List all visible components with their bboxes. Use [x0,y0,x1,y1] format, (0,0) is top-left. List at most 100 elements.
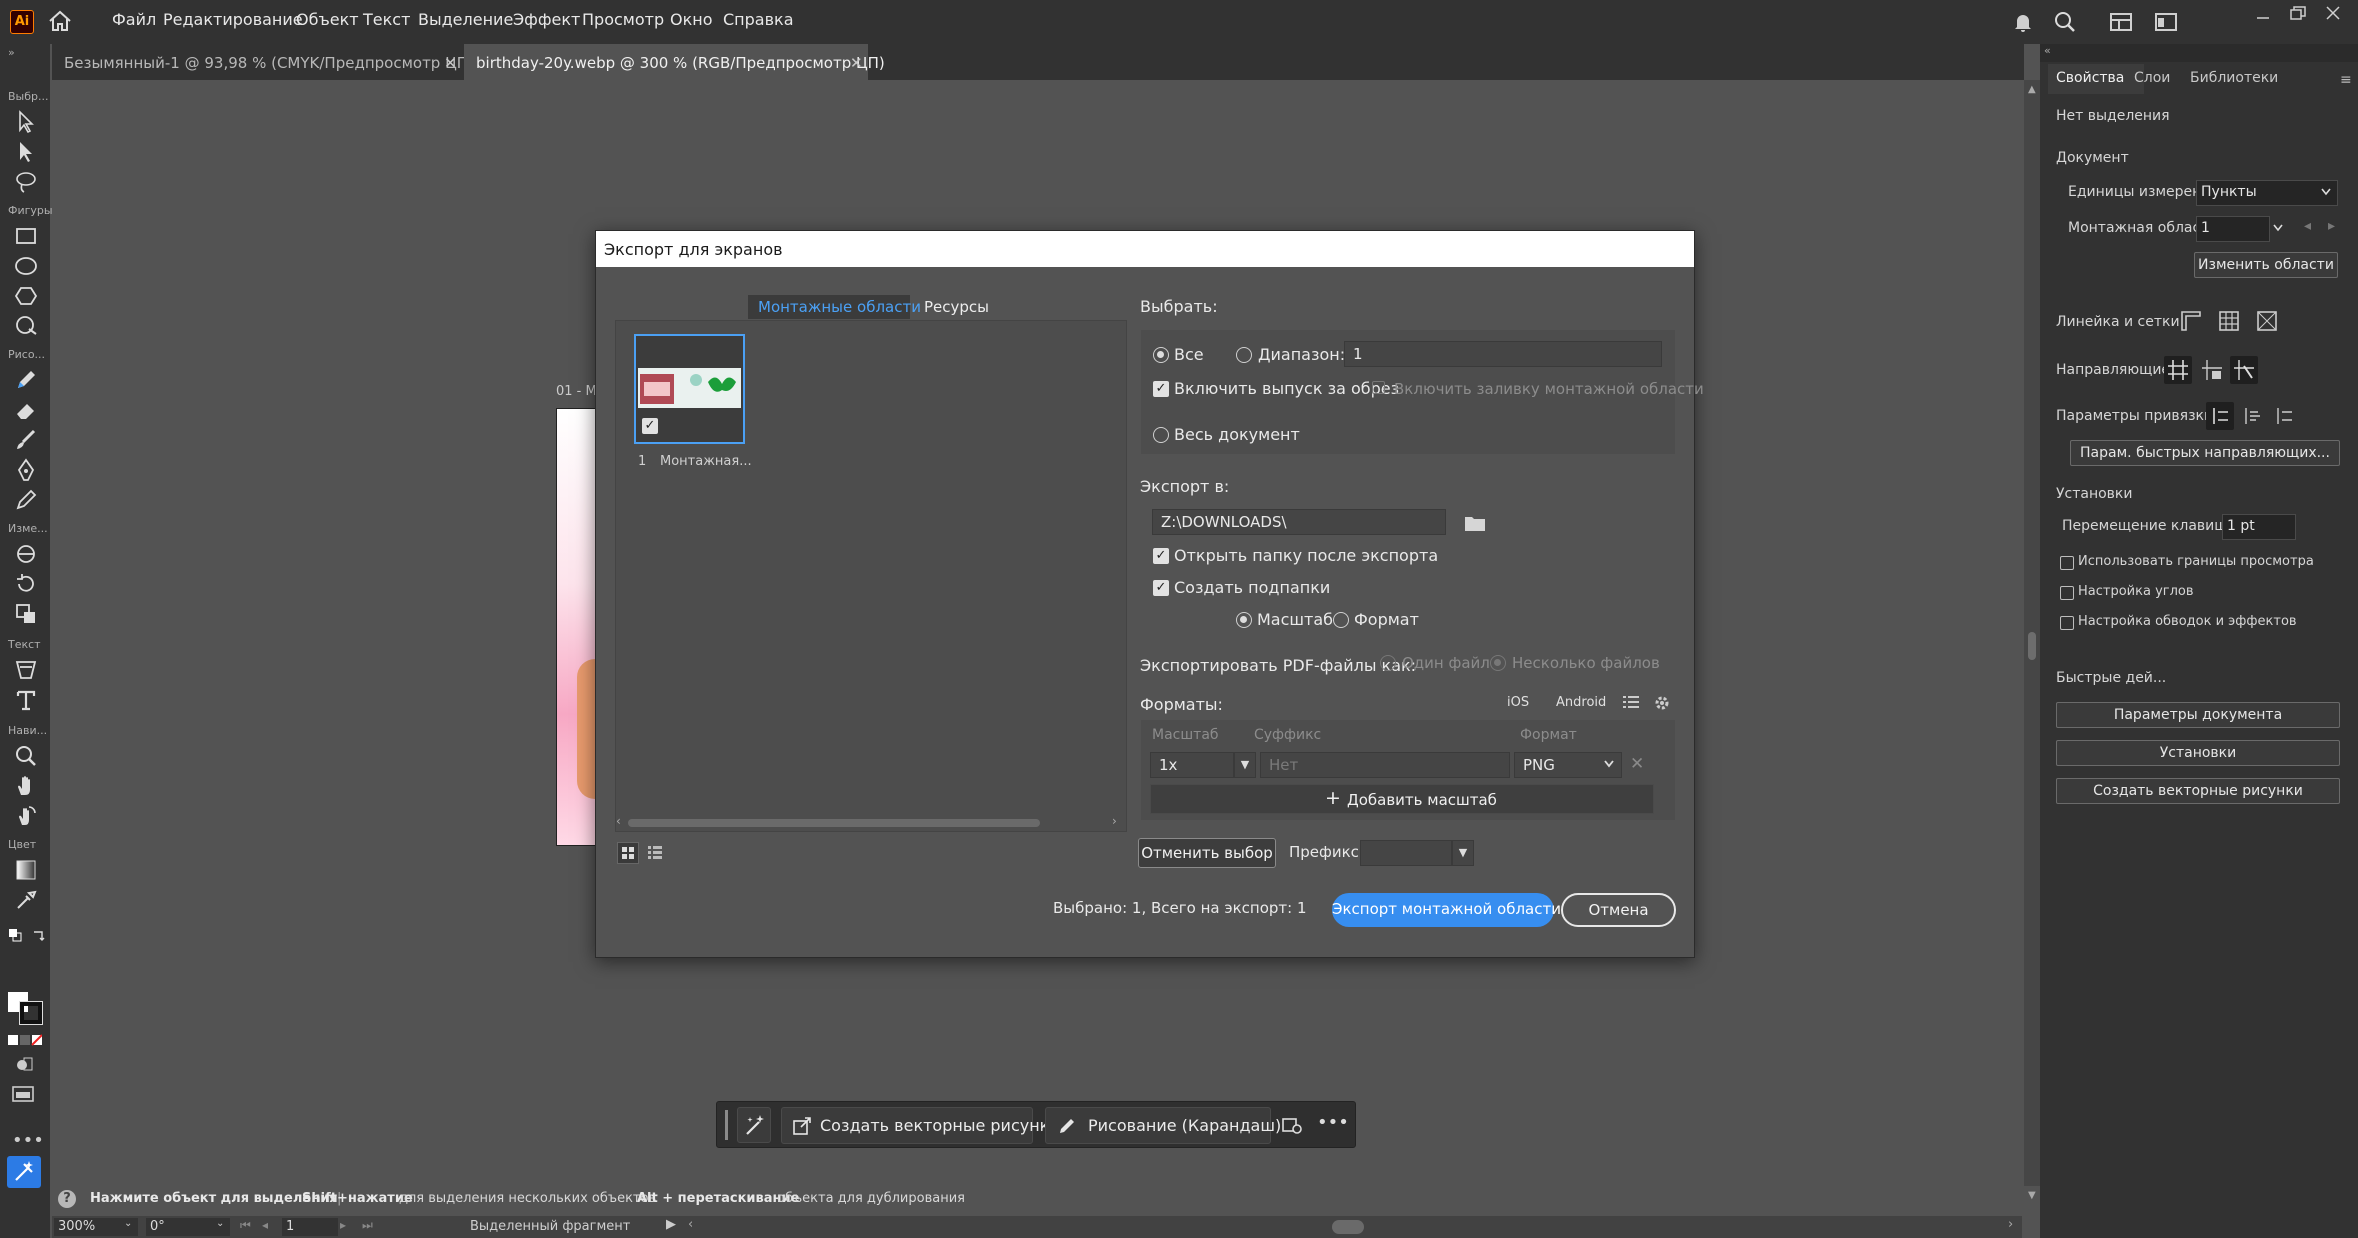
chevron-down-icon[interactable] [2272,222,2284,234]
suffix-input[interactable]: Нет [1260,752,1510,778]
last-artboard-icon[interactable]: ⏭ [362,1218,373,1233]
stroke-swatch[interactable] [19,1001,43,1025]
swap-colors-icon[interactable] [32,928,46,942]
horizontal-scrollbar-thumb[interactable] [1332,1220,1364,1234]
pixel-grid-icon[interactable] [2256,310,2278,332]
settings-gear-icon[interactable] [1653,694,1671,712]
contextual-taskbar-icon[interactable] [7,1156,41,1188]
keyboard-increment-input[interactable]: 1 pt [2222,514,2296,540]
folder-icon[interactable] [1464,514,1486,532]
export-path-input[interactable]: Z:\DOWNLOADS\ [1152,509,1446,535]
prefix-dropdown-icon[interactable]: ▼ [1452,840,1474,866]
tab-libraries[interactable]: Библиотеки [2190,70,2278,86]
polygon-tool-icon[interactable] [14,284,38,308]
grid-icon[interactable] [2218,310,2240,332]
list-view-icon[interactable] [645,842,667,864]
next-artboard-icon[interactable]: ▸ [340,1218,346,1232]
menu-file[interactable]: Файл [112,10,156,29]
vectorize-task-button[interactable]: Создать векторные рисунки [781,1107,1060,1144]
pen-tool-icon[interactable] [14,458,38,482]
vectorize-button[interactable]: Создать векторные рисунки [2056,778,2340,804]
draw-mode-icon[interactable] [14,1056,34,1074]
ios-preset[interactable]: iOS [1507,695,1529,710]
eraser-tool-icon[interactable] [14,398,38,422]
close-tab-icon[interactable]: ✕ [850,54,863,72]
ellipse-tool-icon[interactable] [14,254,38,278]
range-radio[interactable] [1236,347,1252,363]
include-bleed-checkbox[interactable]: ✓ [1153,381,1169,397]
smart-guides-options-button[interactable]: Парам. быстрых направляющих... [2070,440,2340,466]
android-preset[interactable]: Android [1556,695,1606,710]
restore-icon[interactable] [2290,6,2306,20]
ruler-icon[interactable] [2180,310,2202,332]
direct-selection-tool-icon[interactable] [14,140,38,164]
menu-view[interactable]: Просмотр [582,10,664,29]
artboard-select-checkbox[interactable]: ✓ [642,418,658,434]
scrollbar-thumb[interactable] [2028,632,2036,660]
default-colors-icon[interactable] [8,928,22,942]
export-artboard-button[interactable]: Экспорт монтажной области [1332,893,1561,927]
format-subfolder-radio[interactable] [1333,612,1349,628]
tab-artboards[interactable]: Монтажные области [748,295,921,319]
drag-handle[interactable] [725,1110,728,1140]
prev-artboard-icon[interactable]: ◂ [2304,218,2311,234]
document-setup-button[interactable]: Параметры документа [2056,702,2340,728]
workspace-icon[interactable] [2110,13,2132,31]
tab-properties[interactable]: Свойства [2048,64,2144,94]
menu-window[interactable]: Окно [670,10,713,29]
gradient-tool-icon[interactable] [14,858,38,882]
status-menu-icon[interactable]: ▶ [666,1217,676,1232]
collapse-icon[interactable]: » [8,46,15,59]
lasso-tool-icon[interactable] [14,170,38,194]
free-transform-tool-icon[interactable] [14,602,38,626]
width-tool-icon[interactable] [14,542,38,566]
paint-bucket-tool-icon[interactable] [14,658,38,682]
scale-subfolder-radio[interactable] [1236,612,1252,628]
format-list-icon[interactable] [1622,694,1640,710]
scale-dropdown-icon[interactable]: ▼ [1234,752,1256,778]
tab-birthday[interactable]: birthday-20y.webp @ 300 % (RGB/Предпросм… [464,44,885,80]
cancel-button[interactable]: Отмена [1561,893,1676,927]
prev-artboard-icon[interactable]: ◂ [262,1218,268,1232]
more-options-icon[interactable]: ••• [1317,1112,1349,1133]
snap-to-pixel-icon[interactable] [2270,402,2298,430]
first-artboard-icon[interactable]: ⏮ [240,1218,251,1233]
image-settings-icon[interactable] [1281,1114,1303,1136]
artboard[interactable] [556,408,596,846]
edit-artboards-button[interactable]: Изменить области [2194,252,2338,278]
snap-to-point-icon[interactable] [2206,402,2234,430]
tab-untitled[interactable]: Безымянный-1 @ 93,98 % (CMYK/Предпросмот… [52,44,474,80]
all-radio[interactable] [1153,347,1169,363]
search-icon[interactable] [2054,11,2076,33]
lock-guides-icon[interactable] [2198,356,2226,384]
rectangle-tool-icon[interactable] [14,224,38,248]
create-subfolders-checkbox[interactable]: ✓ [1153,580,1169,596]
bell-icon[interactable] [2014,12,2032,32]
draw-pencil-button[interactable]: Рисование (Карандаш) [1045,1107,1281,1144]
menu-edit[interactable]: Редактирование [163,10,303,29]
multi-files-radio[interactable] [1490,655,1506,671]
arrange-docs-icon[interactable] [2155,13,2177,31]
show-guides-icon[interactable] [2164,356,2192,384]
scale-input[interactable]: 1x [1150,752,1234,778]
color-mode-icon[interactable] [8,1034,42,1046]
artboard-select[interactable]: 1 [2196,216,2270,242]
artboard-thumbnail[interactable]: ✓ [634,334,745,444]
minimize-icon[interactable] [2256,12,2270,22]
remove-format-icon[interactable]: ✕ [1630,754,1644,774]
scrollbar-thumb[interactable] [628,819,1040,827]
scroll-up-icon[interactable]: ▲ [2028,84,2036,95]
selection-tool-icon[interactable] [14,110,38,134]
scroll-right-icon[interactable]: › [2008,1217,2013,1232]
preferences-button[interactable]: Установки [2056,740,2340,766]
add-scale-button[interactable]: + Добавить масштаб [1150,784,1654,814]
next-artboard-icon[interactable]: ▸ [2328,218,2335,234]
pencil-tool-icon[interactable] [14,368,38,392]
menu-help[interactable]: Справка [723,10,794,29]
more-tools-icon[interactable]: ••• [12,1130,44,1151]
deselect-button[interactable]: Отменить выбор [1138,838,1276,868]
rotate-tool-icon[interactable] [14,572,38,596]
close-tab-icon[interactable]: ✕ [444,54,457,72]
artboard-list-scrollbar[interactable]: ‹ › [616,814,1126,830]
zoom-tool-icon[interactable] [14,744,38,768]
